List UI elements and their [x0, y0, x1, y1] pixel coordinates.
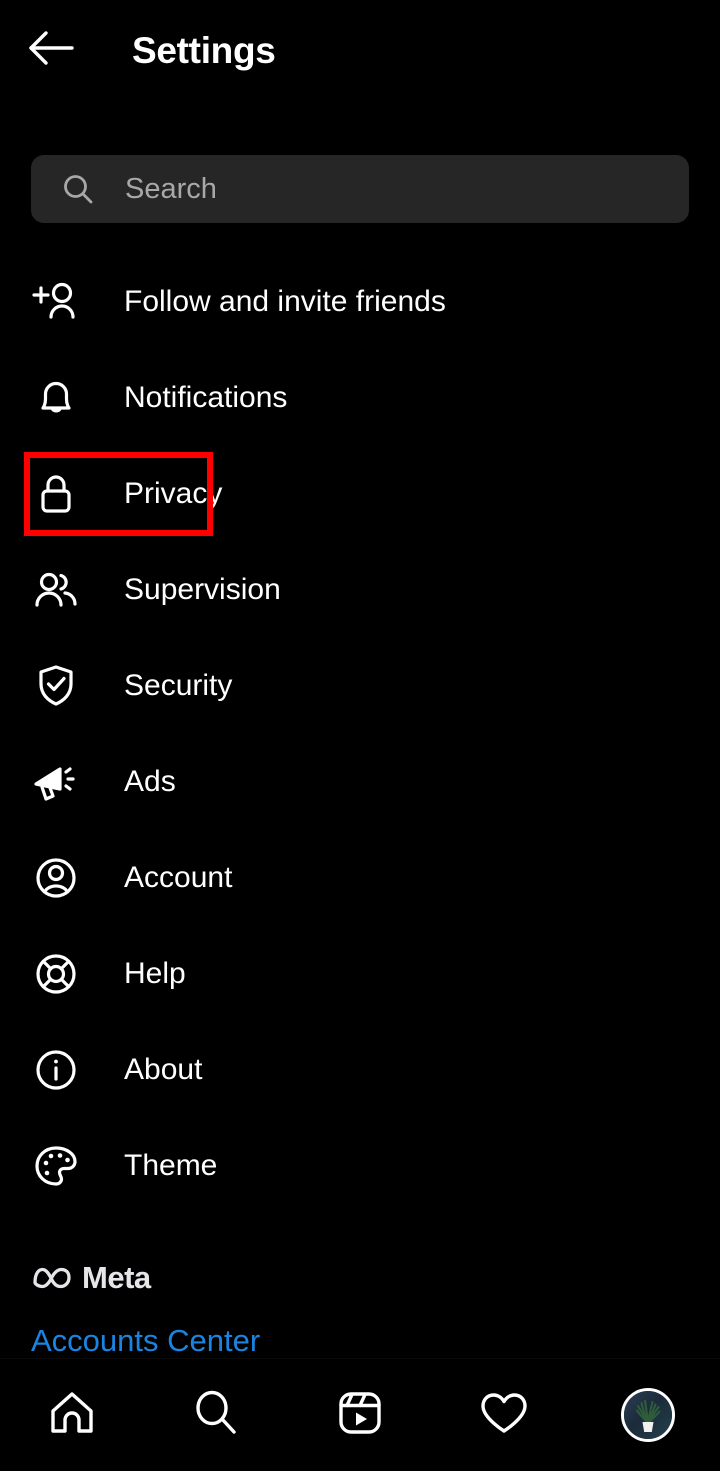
menu-item-label: Follow and invite friends [124, 285, 446, 318]
nav-item-activity[interactable] [464, 1375, 544, 1455]
search-input[interactable]: Search [31, 155, 689, 223]
palette-icon [30, 1140, 82, 1192]
bell-icon [30, 372, 82, 424]
nav-item-profile[interactable] [608, 1375, 688, 1455]
settings-menu-list: Follow and invite friends Notifications … [0, 254, 720, 1214]
menu-item-theme[interactable]: Theme [0, 1118, 720, 1214]
menu-item-label: Privacy [124, 477, 223, 510]
person-circle-icon [30, 852, 82, 904]
nav-item-search[interactable] [176, 1375, 256, 1455]
nav-item-reels[interactable] [320, 1375, 400, 1455]
page-title: Settings [132, 29, 276, 71]
avatar-icon [621, 1388, 675, 1442]
shield-check-icon [30, 660, 82, 712]
reels-icon [335, 1388, 385, 1443]
heart-icon [478, 1389, 530, 1442]
menu-item-about[interactable]: About [0, 1022, 720, 1118]
meta-infinity-icon [31, 1263, 73, 1293]
menu-item-label: Account [124, 861, 233, 894]
search-placeholder: Search [125, 172, 217, 205]
menu-item-label: Security [124, 669, 233, 702]
arrow-left-icon [27, 28, 77, 73]
app-header: Settings [0, 0, 720, 100]
meta-branding: Meta [31, 1262, 151, 1293]
person-add-icon [30, 276, 82, 328]
menu-item-label: Supervision [124, 573, 281, 606]
back-button[interactable] [22, 20, 82, 80]
menu-item-ads[interactable]: Ads [0, 734, 720, 830]
menu-item-label: Notifications [124, 381, 288, 414]
life-preserver-icon [30, 948, 82, 1000]
lock-icon [30, 468, 82, 520]
search-icon [61, 172, 95, 206]
megaphone-icon [30, 756, 82, 808]
accounts-center-link[interactable]: Accounts Center [31, 1325, 260, 1356]
menu-item-account[interactable]: Account [0, 830, 720, 926]
home-icon [46, 1388, 98, 1443]
bottom-navigation-bar [0, 1358, 720, 1471]
menu-item-notifications[interactable]: Notifications [0, 350, 720, 446]
meta-label: Meta [82, 1260, 151, 1295]
nav-item-home[interactable] [32, 1375, 112, 1455]
menu-item-help[interactable]: Help [0, 926, 720, 1022]
menu-item-label: Ads [124, 765, 176, 798]
search-icon [191, 1388, 241, 1443]
menu-item-label: About [124, 1053, 203, 1086]
menu-item-label: Theme [124, 1149, 218, 1182]
info-circle-icon [30, 1044, 82, 1096]
menu-item-label: Help [124, 957, 186, 990]
menu-item-security[interactable]: Security [0, 638, 720, 734]
menu-item-supervision[interactable]: Supervision [0, 542, 720, 638]
people-group-icon [30, 564, 82, 616]
menu-item-follow-and-invite-friends[interactable]: Follow and invite friends [0, 254, 720, 350]
menu-item-privacy[interactable]: Privacy [0, 446, 720, 542]
